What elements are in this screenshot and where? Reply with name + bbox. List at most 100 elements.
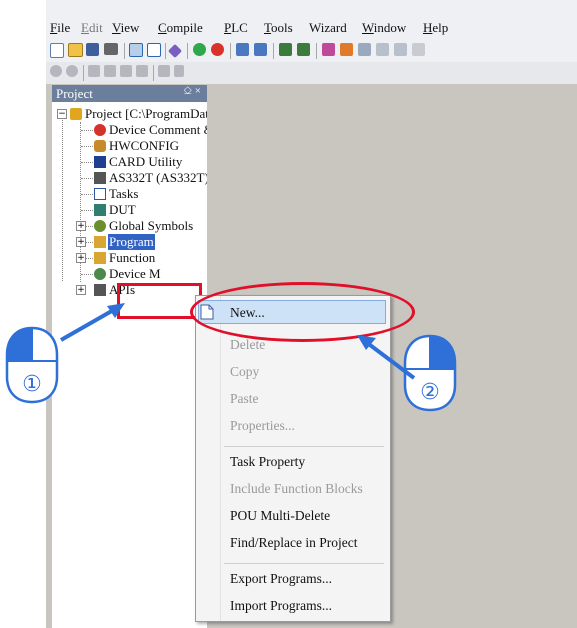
project-view-icon[interactable] [129,43,143,57]
run-icon[interactable] [193,43,206,56]
menu-item-export-programs[interactable]: Export Programs... [230,571,332,587]
toolbar-main [46,40,577,62]
left-click-mouse-icon: ① [5,326,59,404]
toolbar-separator [124,43,125,59]
disabled-circle-icon[interactable] [66,65,78,77]
tree-item-label: Device M [109,266,161,281]
tree-item-label: CARD Utility [109,154,183,169]
toolbar-separator [83,65,84,81]
toolbar-separator [273,43,274,59]
expand-icon[interactable]: + [76,253,86,263]
plc-module-icon [94,172,106,184]
wand-icon[interactable] [322,43,335,56]
monitor-icon[interactable] [279,43,292,56]
menu-help[interactable]: Help [423,20,448,36]
sort-icon[interactable] [174,65,184,77]
menu-item-find-replace[interactable]: Find/Replace in Project [230,535,357,551]
tree-item-device-monitor[interactable]: Device M [52,266,207,282]
disabled-tool-icon[interactable] [394,43,407,56]
menu-view[interactable]: View [112,20,139,36]
tree-item-label: Project [C:\ProgramData\ [85,106,207,121]
menu-wizard[interactable]: Wizard [309,20,347,36]
settings-icon[interactable] [340,43,353,56]
card-utility-icon [94,156,106,168]
menu-file[interactable]: File [50,20,70,36]
expand-icon[interactable]: + [76,285,86,295]
step-1-arrow [60,303,125,342]
cut-icon[interactable] [88,65,100,77]
collapse-icon[interactable]: − [57,109,67,119]
tree-item-tasks[interactable]: Tasks [52,186,207,202]
tree-item-as332t[interactable]: AS332T (AS332T) [52,170,207,186]
tree-item-label-selected: Program [108,234,155,250]
global-symbols-icon [94,220,106,232]
window-icon[interactable] [147,43,161,57]
close-icon[interactable]: × [195,85,201,97]
tree-item-label: Tasks [109,186,139,201]
expand-icon[interactable]: + [76,237,86,247]
tree-item-label: DUT [109,202,136,217]
menu-item-include-function-blocks[interactable]: Include Function Blocks [230,481,363,497]
online-edit-icon[interactable] [297,43,310,56]
menu-item-properties[interactable]: Properties... [230,418,295,434]
tree-item-dut[interactable]: DUT [52,202,207,218]
dut-icon [94,204,106,216]
toolbar-separator [153,65,154,81]
menu-item-task-property[interactable]: Task Property [230,454,305,470]
project-tree: − Project [C:\ProgramData\ Device Commen… [52,102,207,628]
menu-item-copy[interactable]: Copy [230,364,259,380]
project-panel-title: Project [56,86,93,101]
tree-item-hwconfig[interactable]: HWCONFIG [52,138,207,154]
copy-icon[interactable] [104,65,116,77]
menu-separator [224,446,384,447]
upload-icon[interactable] [236,43,249,56]
menu-edit[interactable]: Edit [81,20,103,36]
grid-icon[interactable] [358,43,371,56]
menu-item-import-programs[interactable]: Import Programs... [230,598,332,614]
new-file-icon[interactable] [50,43,64,58]
pin-icon[interactable]: ⎐ [183,85,192,97]
apis-icon [94,284,106,296]
step-2-label: ② [420,380,440,405]
menu-compile[interactable]: Compile [158,20,203,36]
download-icon[interactable] [254,43,267,56]
menu-bar: File Edit View Compile PLC Tools Wizard … [46,0,577,40]
menu-item-paste[interactable]: Paste [230,391,259,407]
tree-item-label: Device Comment & I [109,122,207,137]
hwconfig-icon [94,140,106,152]
menu-tools[interactable]: Tools [264,20,293,36]
tree-item-function[interactable]: + Function [52,250,207,266]
tree-item-label: Global Symbols [109,218,194,233]
tree-item-programs[interactable]: + Program [52,234,207,250]
menu-separator [224,563,384,564]
function-folder-icon [94,252,106,264]
tree-item-label: Function [109,250,156,265]
panel-controls[interactable]: ⎐ × [183,85,201,98]
print-icon[interactable] [104,43,118,55]
tree-item-label: AS332T (AS332T) [109,170,207,185]
disabled-tool-icon[interactable] [412,43,425,56]
find-icon[interactable] [158,65,170,77]
stop-icon[interactable] [211,43,224,56]
open-folder-icon[interactable] [68,43,83,57]
tree-item-card-utility[interactable]: CARD Utility [52,154,207,170]
disabled-tool-icon[interactable] [376,43,389,56]
diamond-icon[interactable] [167,43,183,59]
toolbar-separator [165,43,166,59]
tasks-icon [94,188,106,200]
project-icon [70,108,82,120]
tree-item-device-comment[interactable]: Device Comment & I [52,122,207,138]
menu-plc[interactable]: PLC [224,20,248,36]
menu-window[interactable]: Window [362,20,406,36]
programs-folder-icon [94,236,106,248]
disabled-circle-icon[interactable] [50,65,62,77]
device-monitor-icon [94,268,106,280]
menu-item-pou-multi-delete[interactable]: POU Multi-Delete [230,508,330,524]
save-icon[interactable] [86,43,99,56]
pencil-icon[interactable] [136,65,148,77]
tree-item-project-root[interactable]: − Project [C:\ProgramData\ [52,106,207,122]
step-1-label: ① [22,372,42,397]
paste-icon[interactable] [120,65,132,77]
tree-item-global-symbols[interactable]: + Global Symbols [52,218,207,234]
expand-icon[interactable]: + [76,221,86,231]
